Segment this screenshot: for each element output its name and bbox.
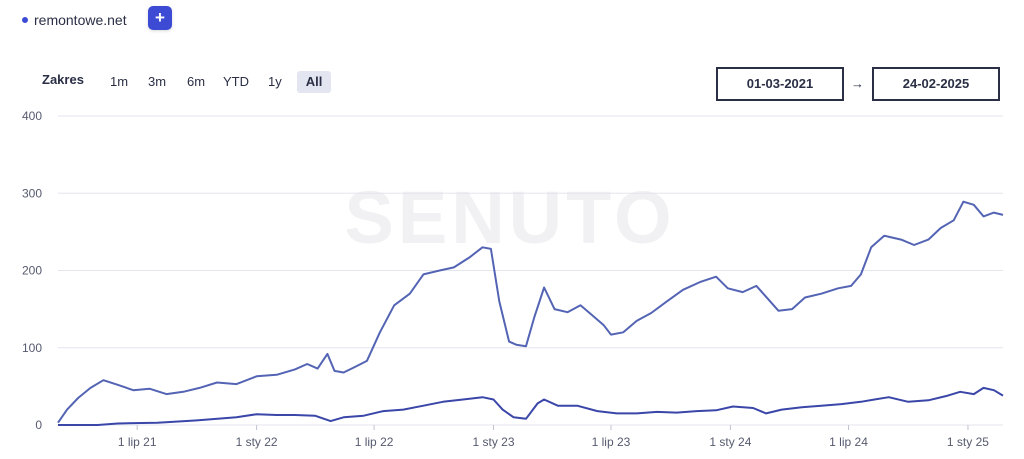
x-tick-label: 1 sty 23: [472, 435, 514, 449]
x-tick-label: 1 lip 24: [829, 435, 868, 449]
watermark: SENUTO: [344, 176, 675, 259]
x-tick-label: 1 lip 23: [592, 435, 631, 449]
traffic-chart: SENUTO 0 100 200 300 400 1 lip 21 1 sty 22 1 l…: [22, 109, 1004, 449]
x-tick-label: 1 sty 22: [236, 435, 278, 449]
x-tick-label: 1 sty 24: [709, 435, 751, 449]
y-tick-label: 400: [22, 109, 42, 123]
series-line-secondary: [58, 386, 1004, 426]
y-tick-label: 300: [22, 186, 42, 200]
x-tick-label: 1 lip 22: [355, 435, 394, 449]
x-tick-label: 1 sty 25: [947, 435, 989, 449]
y-tick-label: 100: [22, 341, 42, 355]
y-tick-label: 0: [35, 418, 42, 432]
x-tick-label: 1 lip 21: [118, 435, 157, 449]
y-tick-label: 200: [22, 264, 42, 278]
